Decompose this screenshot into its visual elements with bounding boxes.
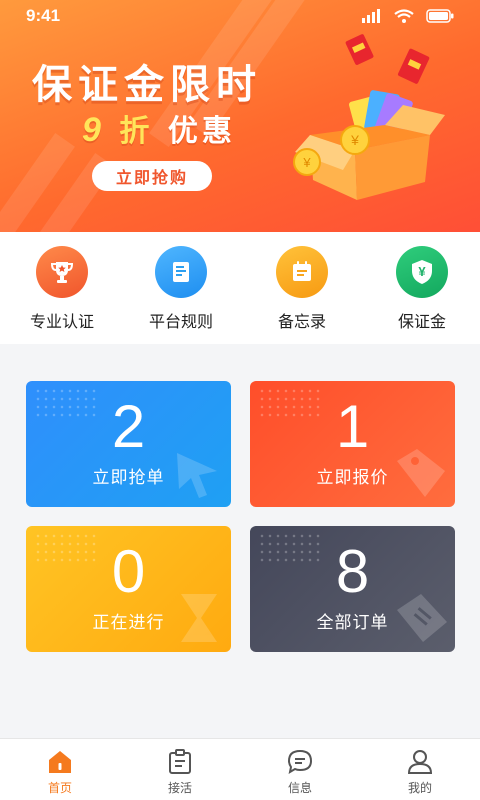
tab-home[interactable]: 首页 bbox=[0, 739, 120, 800]
discount-unit: 折 bbox=[119, 114, 154, 149]
card-count: 0 bbox=[111, 538, 146, 605]
yuan-shield-icon: ¥ bbox=[396, 246, 448, 298]
card-count: 1 bbox=[335, 393, 370, 460]
tab-messages[interactable]: 信息 bbox=[240, 739, 360, 800]
tab-label: 我的 bbox=[407, 781, 432, 795]
buy-now-button[interactable]: 立即抢购 bbox=[92, 161, 212, 191]
price-tag-icon bbox=[397, 449, 445, 497]
svg-text:¥: ¥ bbox=[350, 132, 359, 148]
card-quote-now[interactable]: 1 立即报价 bbox=[250, 381, 455, 507]
chat-icon bbox=[287, 749, 313, 775]
card-grab-order[interactable]: 2 立即抢单 bbox=[26, 381, 231, 507]
tab-jobs[interactable]: 接活 bbox=[120, 739, 240, 800]
tab-label: 信息 bbox=[287, 781, 312, 795]
quick-menu-deposit[interactable]: ¥ 保证金 bbox=[362, 246, 480, 336]
quick-menu-label: 专业认证 bbox=[29, 312, 94, 331]
svg-text:¥: ¥ bbox=[418, 264, 426, 279]
quick-menu: 专业认证 平台规则 备忘录 ¥ 保证金 bbox=[0, 232, 480, 344]
tab-label: 接活 bbox=[167, 781, 192, 795]
clipboard-icon bbox=[169, 749, 191, 774]
card-label: 正在进行 bbox=[92, 613, 165, 633]
card-in-progress[interactable]: 0 正在进行 bbox=[26, 526, 231, 652]
banner-subtitle: 9 折 优惠 bbox=[82, 106, 236, 150]
home-icon bbox=[49, 751, 71, 773]
card-all-orders[interactable]: 8 全部订单 bbox=[250, 526, 455, 652]
status-time: 9:41 bbox=[26, 6, 61, 25]
wifi-icon bbox=[394, 9, 414, 23]
discount-number: 9 bbox=[82, 111, 105, 149]
card-label: 全部订单 bbox=[316, 613, 389, 633]
svg-text:¥: ¥ bbox=[302, 155, 311, 170]
hourglass-icon bbox=[181, 594, 217, 642]
tab-profile[interactable]: 我的 bbox=[360, 739, 480, 800]
card-count: 8 bbox=[335, 538, 370, 605]
status-bar: 9:41 bbox=[0, 0, 480, 34]
promo-banner[interactable]: 9:41 保证金限时 9 折 优惠 立即抢购 ¥ ¥ bbox=[0, 0, 480, 232]
quick-menu-label: 平台规则 bbox=[148, 312, 213, 331]
quick-menu-professional-cert[interactable]: 专业认证 bbox=[2, 246, 122, 336]
battery-icon bbox=[426, 9, 454, 23]
calendar-note-icon bbox=[276, 246, 328, 298]
quick-menu-platform-rules[interactable]: 平台规则 bbox=[121, 246, 241, 336]
gift-box-illustration-icon: ¥ ¥ bbox=[293, 34, 445, 200]
signal-icon bbox=[362, 9, 380, 23]
card-label: 立即抢单 bbox=[92, 468, 165, 488]
bottom-tab-bar: 首页 接活 信息 我的 bbox=[0, 738, 480, 800]
card-label: 立即报价 bbox=[316, 468, 389, 488]
quick-menu-label: 备忘录 bbox=[277, 312, 326, 331]
quick-menu-label: 保证金 bbox=[397, 312, 446, 331]
cursor-icon bbox=[177, 453, 217, 498]
user-icon bbox=[407, 750, 433, 774]
card-count: 2 bbox=[111, 393, 146, 460]
banner-title: 保证金限时 bbox=[32, 62, 262, 108]
rules-doc-icon bbox=[155, 246, 207, 298]
order-ticket-icon bbox=[397, 594, 447, 642]
quick-menu-memo[interactable]: 备忘录 bbox=[242, 246, 362, 336]
trophy-icon bbox=[36, 246, 88, 298]
discount-text: 优惠 bbox=[167, 114, 236, 149]
tab-label: 首页 bbox=[47, 781, 72, 795]
